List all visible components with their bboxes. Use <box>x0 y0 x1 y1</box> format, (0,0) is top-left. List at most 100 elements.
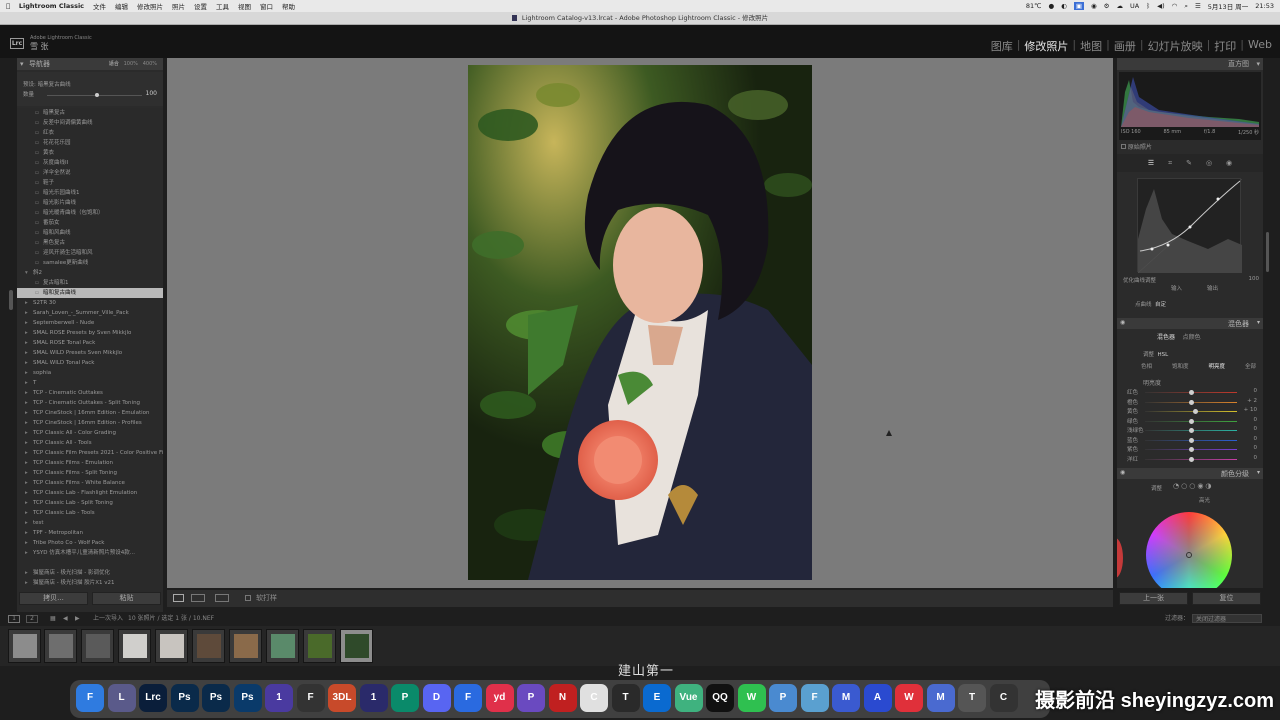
hsl-slider-track[interactable] <box>1145 411 1237 412</box>
preset-icon[interactable]: ▫ <box>35 288 43 298</box>
preset-item[interactable]: ▸ TCP Classic Lab - Split Toning <box>17 498 163 508</box>
preset-item[interactable]: ▫ 黑色复古 <box>17 238 163 248</box>
left-panel-scroll[interactable] <box>9 290 13 310</box>
preset-icon[interactable]: ▫ <box>35 118 43 128</box>
module-print[interactable]: 打印 <box>1214 38 1236 54</box>
preset-item[interactable]: ▸ TCP Classic Films - White Balance <box>17 478 163 488</box>
disclosure-triangle-icon[interactable]: ▸ <box>25 378 33 388</box>
dock-icon-proxy[interactable]: P <box>391 684 419 712</box>
preset-icon[interactable]: ▫ <box>35 278 43 288</box>
dock-icon-wechat[interactable]: W <box>737 684 766 712</box>
disclosure-triangle-icon[interactable]: ▸ <box>25 408 33 418</box>
menu-window[interactable]: 窗口 <box>260 1 273 11</box>
preset-icon[interactable]: ▫ <box>35 238 43 248</box>
eye-toggle-icon[interactable]: ◉ <box>1120 319 1125 326</box>
forward-arrow-icon[interactable]: ▶ <box>75 612 80 626</box>
curve-refine-value[interactable]: 100 <box>1249 276 1260 282</box>
menu-develop[interactable]: 修改照片 <box>137 1 163 11</box>
hsl-slider-value[interactable]: 0 <box>1254 455 1258 461</box>
amount-slider-knob[interactable] <box>95 93 99 97</box>
preset-item[interactable]: ▸ Tribe Photo Co - Wolf Pack <box>17 538 163 548</box>
preset-item[interactable]: ▫ 复古暗和1 <box>17 278 163 288</box>
preset-item[interactable]: ▸ TCP CineStock | 16mm Edition - Emulatio… <box>17 408 163 418</box>
preset-item[interactable]: ▸ TCP Classic Film Presets 2021 - Color P… <box>17 448 163 458</box>
disclosure-triangle-icon[interactable]: ▸ <box>25 308 33 318</box>
preset-icon[interactable]: ▫ <box>35 148 43 158</box>
preset-icon[interactable]: ▫ <box>35 138 43 148</box>
disclosure-triangle-icon[interactable]: ▸ <box>25 398 33 408</box>
hsl-slider-value[interactable]: + 2 <box>1247 398 1257 404</box>
dock-icon-netease[interactable]: N <box>548 684 577 712</box>
collapse-triangle-icon[interactable]: ▾ <box>1257 319 1260 326</box>
dock-icon-clock[interactable]: C <box>989 684 1018 712</box>
wechat-icon[interactable]: ◐ <box>1061 2 1067 10</box>
preset-item[interactable]: ▸ SMAL WILD Presets Sven Mikkjlo <box>17 348 163 358</box>
disclosure-triangle-icon[interactable]: ▸ <box>25 568 33 578</box>
disclosure-triangle-icon[interactable]: ▸ <box>25 388 33 398</box>
preset-icon[interactable]: ▫ <box>35 208 43 218</box>
preset-item[interactable]: ▫ 黄衣 <box>17 148 163 158</box>
disclosure-triangle-icon[interactable]: ▸ <box>25 538 33 548</box>
adjust-value[interactable]: HSL <box>1158 352 1169 358</box>
preset-icon[interactable]: ▫ <box>35 198 43 208</box>
tab-point-color[interactable]: 点颜色 <box>1183 334 1201 341</box>
histogram[interactable]: ISO 160 85 mm f/1.8 1/250 秒 <box>1119 72 1261 140</box>
eye-toggle-icon[interactable]: ◉ <box>1120 469 1125 476</box>
channel-value[interactable]: 自定 <box>1155 302 1166 308</box>
preset-icon[interactable]: ▫ <box>35 168 43 178</box>
disclosure-triangle-icon[interactable]: ▸ <box>25 508 33 518</box>
filter-select[interactable]: 关闭过滤器 <box>1192 614 1262 623</box>
menu-file[interactable]: 文件 <box>93 1 106 11</box>
module-slideshow[interactable]: 幻灯片放映 <box>1148 38 1203 54</box>
dock-icon-ps[interactable]: Ps <box>233 684 262 712</box>
hsl-slider[interactable]: 绿色 0 <box>1127 417 1257 426</box>
amount-value[interactable]: 100 <box>146 90 157 97</box>
preset-item[interactable]: ▸ TCP - Cinematic Outtakes - Split Toning <box>17 398 163 408</box>
user-name[interactable]: 雪 张 <box>30 41 49 52</box>
preset-item[interactable]: ▸ S2TR 30 <box>17 298 163 308</box>
disclosure-triangle-icon[interactable]: ▸ <box>25 458 33 468</box>
module-web[interactable]: Web <box>1248 38 1272 54</box>
zoom-400[interactable]: 400% <box>143 61 157 67</box>
screen-record-icon[interactable]: ▣ <box>1073 2 1084 10</box>
loupe-view-icon[interactable] <box>173 594 184 602</box>
dock-icon-ps[interactable]: Ps <box>202 684 230 712</box>
dock-icon-discord[interactable]: D <box>422 684 451 712</box>
time-status[interactable]: 21:53 <box>1255 2 1274 10</box>
dock-icon-1[interactable]: 1 <box>359 684 388 712</box>
filmstrip-thumb[interactable] <box>340 629 373 663</box>
menu-settings[interactable]: 设置 <box>194 1 207 11</box>
preset-item[interactable]: ▸ TCP - Cinematic Outtakes <box>17 388 163 398</box>
paste-button[interactable]: 粘贴 <box>92 592 161 605</box>
preset-icon[interactable]: ▫ <box>35 128 43 138</box>
dock-icon-final-cut[interactable]: F <box>296 684 325 712</box>
preset-icon[interactable]: ▫ <box>35 108 43 118</box>
dock-icon-finder[interactable]: F <box>76 684 104 712</box>
preset-item[interactable]: ▸ SMAL WILD Tonal Pack <box>17 358 163 368</box>
search-icon[interactable]: ⌕ <box>1184 2 1188 11</box>
disclosure-triangle-icon[interactable]: ▸ <box>25 478 33 488</box>
tab-luminance[interactable]: 明亮度 <box>1208 362 1225 370</box>
grading-header[interactable]: ◉ 颜色分级 ▾ <box>1117 468 1263 479</box>
preset-icon[interactable]: ▫ <box>35 158 43 168</box>
preset-item[interactable]: ▾ 斜2 <box>17 268 163 278</box>
disclosure-triangle-icon[interactable]: ▸ <box>25 438 33 448</box>
hsl-slider[interactable]: 浅绿色 0 <box>1127 426 1257 435</box>
preset-icon[interactable]: ▫ <box>35 248 43 258</box>
preset-item[interactable]: ▫ 迎风开骑生活暗和风 <box>17 248 163 258</box>
module-library[interactable]: 图库 <box>991 38 1013 54</box>
dock-icon-yd[interactable]: yd <box>485 684 514 712</box>
module-develop[interactable]: 修改照片 <box>1024 38 1068 54</box>
preset-item[interactable]: ▸ TCP Classic All - Color Grading <box>17 428 163 438</box>
dock-icon-launchpad[interactable]: L <box>107 684 136 712</box>
hsl-slider-knob[interactable] <box>1188 418 1194 424</box>
filmstrip-thumb[interactable] <box>192 629 225 663</box>
mic-icon[interactable]: ● <box>1048 2 1054 10</box>
dock-icon-tools[interactable]: T <box>958 684 986 712</box>
hsl-slider[interactable]: 洋红 0 <box>1127 455 1257 464</box>
menu-tools[interactable]: 工具 <box>216 1 229 11</box>
mixer-header[interactable]: ◉ 混色器 ▾ <box>1117 318 1263 329</box>
hsl-slider-knob[interactable] <box>1188 456 1194 462</box>
preset-item[interactable]: ▸ 猫屋商店 - 极光扫描 胶片X1 v21 <box>17 578 163 588</box>
preset-item[interactable]: ▫ 花花花乐园 <box>17 138 163 148</box>
